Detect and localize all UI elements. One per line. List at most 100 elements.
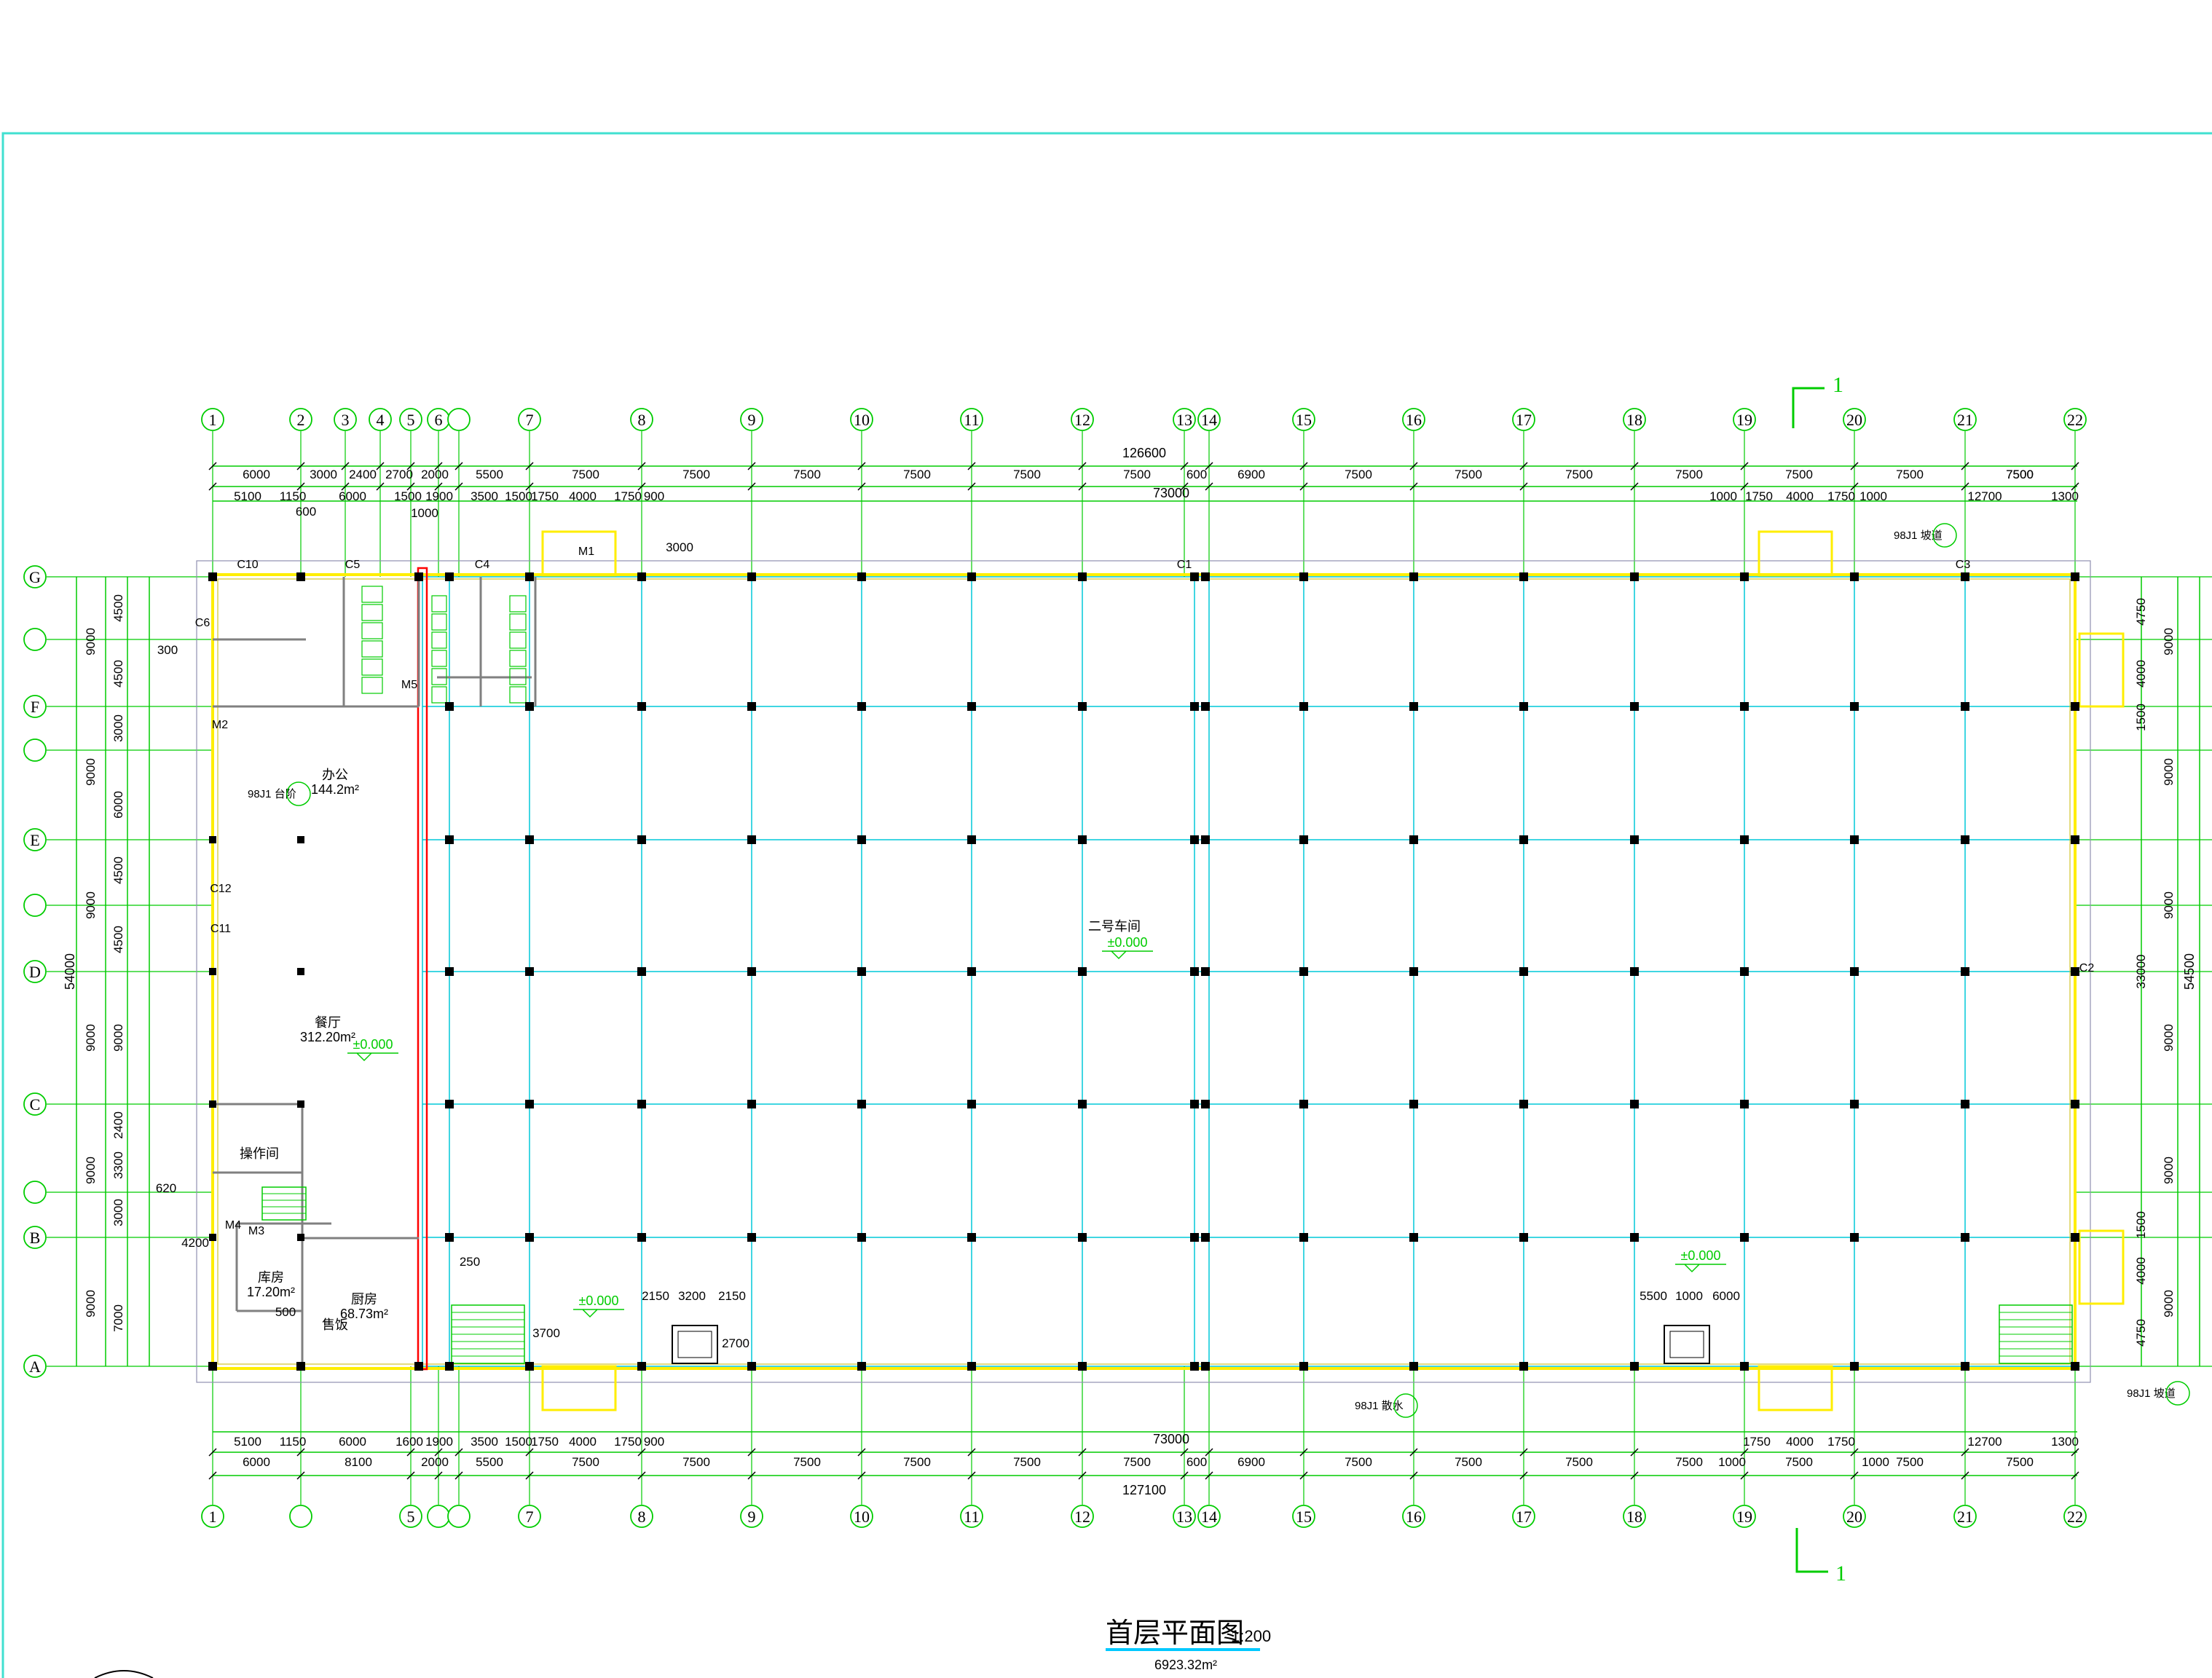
floor-plan-drawing: 1 2 3 4 5 6 7 8 9 10 11 12 13 14 15 16 17 18 19 20 21 221 5 7 8 9… — [1, 132, 2212, 1678]
dimension-misc: 3700 — [532, 1326, 560, 1340]
column — [525, 572, 534, 581]
room-name: 二号车间 — [1088, 919, 1141, 934]
column — [445, 702, 454, 711]
dimension-overall-top: 126600 — [1122, 446, 1166, 460]
dimension-top-row2: 3500 — [471, 489, 498, 503]
door-label: M4 — [225, 1219, 241, 1232]
north-arrow-icon — [94, 1670, 154, 1678]
column — [1409, 572, 1418, 581]
dimension-bottom-row1: 1750 — [1827, 1435, 1855, 1449]
toilet-stall — [361, 622, 383, 639]
dimension-top-row1: 2000 — [421, 468, 449, 481]
axis-bubble-bottom — [289, 1505, 312, 1528]
column — [1299, 967, 1308, 976]
dimension-misc: 300 — [157, 643, 178, 657]
dimension-bottom-row2: 600 — [1186, 1455, 1207, 1469]
column — [967, 702, 976, 711]
elevation-label: ±0.000 — [1681, 1248, 1721, 1263]
dimension-top-row2: 900 — [644, 489, 664, 503]
toilet-stall — [361, 604, 383, 621]
dimension-left-col1: 9000 — [84, 1290, 98, 1317]
column — [747, 1100, 756, 1108]
dimension-right-col: 9000 — [2162, 628, 2176, 655]
axis-bubble-top-label: 5 — [407, 411, 415, 429]
dimension-top-row2: 1750 — [531, 489, 559, 503]
dimension-bottom-row1: 1900 — [425, 1435, 453, 1449]
window-label: C10 — [237, 559, 258, 571]
dimension-right-col: 9000 — [2162, 1290, 2176, 1317]
section-marker-top: 1 — [1792, 373, 1843, 428]
column — [1201, 702, 1210, 711]
column — [209, 968, 216, 975]
dimension-bottom-row2: 7500 — [1123, 1455, 1151, 1469]
axis-bubble-top-label: 7 — [526, 411, 534, 429]
axis-bubble-top-label: 4 — [377, 411, 385, 429]
dimension-top-row2: 1500 — [394, 489, 422, 503]
column — [1299, 572, 1308, 581]
dimension-bottom-row1: 3500 — [471, 1435, 498, 1449]
column — [1519, 1233, 1528, 1242]
dimension-right-inner: 1500 — [2134, 1211, 2148, 1239]
axis-bubble-top-label: 8 — [638, 411, 646, 429]
dimension-top-row1: 7500 — [1123, 468, 1151, 481]
dimension-bottom-row2: 7500 — [1455, 1455, 1482, 1469]
axis-bubble-top-label: 1 — [209, 411, 217, 429]
column — [2071, 967, 2079, 976]
door-label: M3 — [248, 1225, 264, 1237]
dimension-bottom-row2: 6900 — [1237, 1455, 1265, 1469]
column — [1740, 572, 1749, 581]
dimension-top-row2: 4000 — [569, 489, 597, 503]
elevation-label: ±0.000 — [353, 1037, 393, 1052]
door-label: M1 — [578, 545, 594, 558]
column — [1190, 1233, 1199, 1242]
column — [1299, 702, 1308, 711]
dimension-misc: 2700 — [722, 1336, 749, 1350]
dimension-top-row2: 1000 — [1859, 489, 1887, 503]
column — [747, 835, 756, 844]
column — [1409, 967, 1418, 976]
axis-bubble-row-label: D — [29, 963, 41, 981]
dimension-right-inner: 4750 — [2134, 1319, 2148, 1347]
window-label: C3 — [1956, 559, 1971, 571]
dimension-bottom-row2: 7500 — [1565, 1455, 1593, 1469]
dimension-top-row1: 7500 — [2006, 468, 2034, 481]
window-label: C1 — [1177, 559, 1192, 571]
dimension-top-row1: 7500 — [1013, 468, 1041, 481]
axis-bubble-top-label: 12 — [1074, 411, 1090, 429]
dimension-bottom-row1: 1300 — [2051, 1435, 2079, 1449]
column — [857, 702, 866, 711]
column — [445, 1233, 454, 1242]
column — [209, 836, 216, 843]
axis-bubble-bottom-label: 18 — [1626, 1508, 1642, 1526]
axis-bubble-bottom-label: 22 — [2067, 1508, 2083, 1526]
axis-bubble-top-label: 19 — [1736, 411, 1752, 429]
column — [297, 1234, 304, 1241]
column — [2071, 1362, 2079, 1371]
dimension-bottom-row1: 1750 — [1743, 1435, 1771, 1449]
axis-bubble-bottom-label: 14 — [1201, 1508, 1217, 1526]
dimension-bottom-row1: 1750 — [531, 1435, 559, 1449]
toilet-stall — [509, 686, 527, 704]
column — [1519, 835, 1528, 844]
axis-bubble-bottom-label: 10 — [854, 1508, 870, 1526]
column — [1409, 1362, 1418, 1371]
dimension-inner-span: 73000 — [1153, 1432, 1189, 1446]
column — [1519, 572, 1528, 581]
room-name: 库房 — [258, 1270, 284, 1285]
axis-bubble-top-label: 15 — [1296, 411, 1312, 429]
dimension-misc: 600 — [296, 505, 316, 519]
dimension-bottom-row2: 8100 — [345, 1455, 372, 1469]
column — [1190, 1362, 1199, 1371]
dimension-top-row1: 600 — [1186, 468, 1207, 481]
column — [857, 1362, 866, 1371]
column — [1078, 1100, 1087, 1108]
column — [1961, 967, 1969, 976]
dimension-bottom-row2: 7500 — [1345, 1455, 1372, 1469]
dimension-left-col2: 7000 — [111, 1304, 125, 1332]
drawing-frame — [1, 132, 2212, 1678]
column — [525, 835, 534, 844]
column — [1740, 835, 1749, 844]
column — [445, 1362, 454, 1371]
axis-bubble-bottom-label: 17 — [1516, 1508, 1532, 1526]
column — [967, 835, 976, 844]
